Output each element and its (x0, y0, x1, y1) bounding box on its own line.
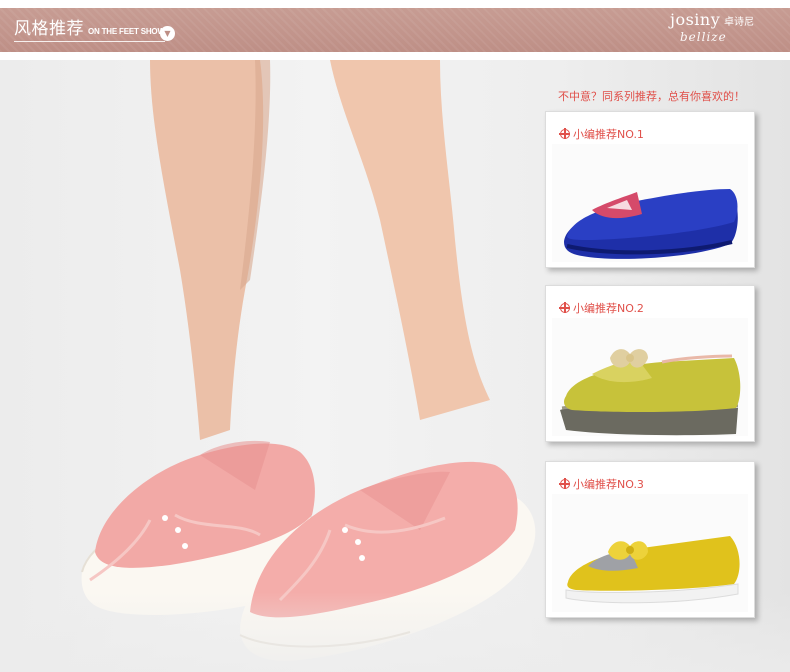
recommend-card-3[interactable]: 小编推荐NO.3 (545, 461, 755, 618)
card-label: 小编推荐NO.3 (559, 476, 644, 492)
chevron-down-icon[interactable]: ▼ (160, 26, 175, 41)
brand-name-cn: 卓诗尼 (724, 17, 754, 28)
section-title-text: 风格推荐 (14, 19, 84, 39)
brand-logo: JOSINY 卓诗尼 bellize (670, 10, 760, 48)
recommend-card-1[interactable]: 小编推荐NO.1 (545, 111, 755, 268)
brand-name: JOSINY (670, 10, 721, 29)
shoe-thumbnail-yellow-green (552, 318, 748, 436)
shoe-thumbnail-yellow (552, 494, 748, 612)
target-icon (559, 128, 570, 139)
target-icon (559, 478, 570, 489)
header-banner: 风格推荐 ON THE FEET SHOW ▼ JOSINY 卓诗尼 belli… (0, 0, 790, 60)
section-subtitle: ON THE FEET SHOW (88, 27, 165, 36)
section-title: 风格推荐 ON THE FEET SHOW (14, 14, 165, 42)
promo-text: 不中意？同系列推荐，总有你喜欢的！ (558, 90, 745, 103)
card-label: 小编推荐NO.1 (559, 126, 644, 142)
card-label-text: 小编推荐NO.1 (573, 128, 644, 141)
recommend-card-2[interactable]: 小编推荐NO.2 (545, 285, 755, 442)
card-label-text: 小编推荐NO.3 (573, 478, 644, 491)
card-label-text: 小编推荐NO.2 (573, 302, 644, 315)
target-icon (559, 302, 570, 313)
shoe-thumbnail-blue (552, 144, 748, 262)
brand-signature: bellize (680, 30, 727, 44)
card-label: 小编推荐NO.2 (559, 300, 644, 316)
